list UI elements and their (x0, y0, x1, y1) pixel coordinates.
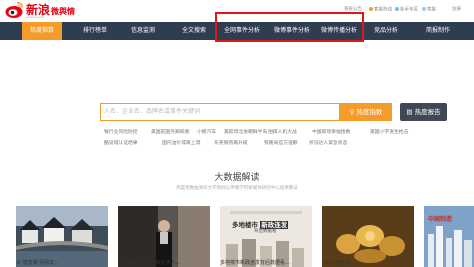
hot-word[interactable]: 状况达人紧急状态 (309, 140, 347, 147)
section-subtitle: 热度指数由清华大学新闻与传播学院新媒体研究中心提供算法 (176, 186, 298, 191)
search-icon: ⚲ (349, 108, 355, 116)
phone-icon (369, 7, 373, 11)
card-caption[interactable]: 从‘慢直播’看网友… (16, 259, 59, 267)
top-link-service[interactable]: 客服 (422, 7, 436, 14)
card-water-town-photo[interactable] (16, 206, 108, 267)
hot-word[interactable]: 美航母北进朝鲜半岛 (224, 129, 267, 136)
card-property-market-photo[interactable]: 多地楼市 新政连发 背后数据看 (220, 206, 312, 267)
document-icon: ▤ (406, 108, 413, 116)
top-link-hotline[interactable]: 客服热线 (369, 7, 392, 14)
hot-word[interactable]: 小鹏汽车 (197, 129, 216, 136)
card-caption[interactable]: “牛市还在吗” (322, 259, 352, 267)
nav-item-monitoring[interactable]: 信息监测 (122, 22, 164, 40)
logo-url: yq.sina.com (26, 15, 45, 19)
man-standing-photo (118, 206, 210, 267)
heat-index-search-button[interactable]: ⚲ 热度指数 (340, 103, 392, 121)
card-man-standing-photo[interactable] (118, 206, 210, 267)
newbie-icon (395, 7, 399, 11)
hot-word[interactable]: 东莞限购再升级 (214, 140, 248, 147)
hot-word[interactable]: 银行业风险防控 (104, 129, 138, 136)
hot-word[interactable]: 围棋人机大战 (268, 129, 297, 136)
card-overlay-subtitle: 背后数据看 (254, 229, 277, 234)
search-placeholder: 人名、企业名、品牌名或事件关键词 (104, 108, 201, 115)
nav-item-briefing[interactable]: 简报制作 (418, 22, 458, 40)
card-coins-photo[interactable] (322, 206, 414, 267)
card-china-manufacturing-photo[interactable]: 中国制造 (424, 206, 474, 267)
section-title: 大数据解读 (214, 173, 260, 183)
nav-item-heat-index[interactable]: 热度指数 (22, 22, 62, 40)
highlight-annotation-box (215, 12, 364, 42)
heat-report-button[interactable]: ▤ 热度报告 (400, 103, 447, 121)
hot-word[interactable]: 铁路局官方道歉 (264, 140, 298, 147)
hot-word[interactable]: 酷设城认证结果 (104, 140, 138, 147)
top-link-register[interactable]: 注册 (452, 7, 461, 13)
nav-item-competitor-analysis[interactable]: 竞品分析 (368, 22, 404, 40)
hot-word[interactable]: 国内油价或再上调 (162, 140, 200, 147)
nav-item-fulltext-search[interactable]: 全文搜索 (173, 22, 215, 40)
hot-word[interactable]: 美国小学发生枪击 (370, 129, 408, 136)
card-overlay-title: 中国制造 (428, 216, 453, 223)
card-caption[interactable]: 从热度看网友：“四名男人… (118, 259, 181, 267)
nav-item-rankings[interactable]: 排行榜单 (74, 22, 116, 40)
hot-word[interactable]: 美国前国务卿病重 (151, 129, 189, 136)
chat-icon (422, 7, 426, 11)
hot-word[interactable]: 中国职场幸福指数 (312, 129, 350, 136)
card-caption[interactable]: 多地楼市新政连发背后数据看… (220, 259, 290, 267)
sina-eye-logo-icon[interactable] (4, 1, 24, 19)
coins-photo (322, 206, 414, 267)
top-link-newbie[interactable]: 新手专区 (395, 7, 418, 14)
water-town-photo (16, 206, 108, 267)
